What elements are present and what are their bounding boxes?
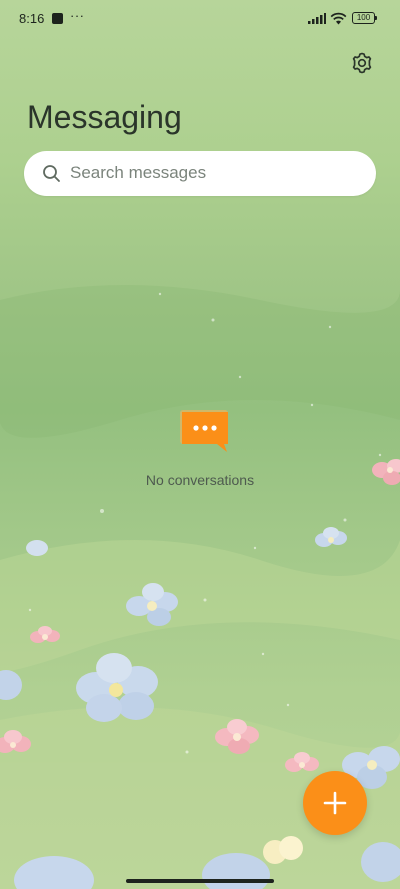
notification-icon (52, 13, 63, 24)
search-input[interactable]: Search messages (24, 151, 376, 196)
search-placeholder: Search messages (70, 163, 207, 182)
page-title: Messaging (27, 99, 182, 135)
search-icon (43, 165, 60, 182)
signal-icon (308, 13, 326, 24)
plus-icon (323, 791, 347, 815)
gear-icon[interactable] (350, 51, 374, 75)
empty-state-text: No conversations (145, 472, 255, 488)
home-indicator[interactable] (126, 879, 274, 883)
status-time: 8:16 (19, 11, 45, 26)
status-bar: 8:16 ··· 100 (0, 0, 400, 38)
chat-bubble-icon (180, 410, 228, 452)
battery-icon: 100 (352, 12, 377, 24)
more-notifications-icon: ··· (70, 8, 85, 23)
new-message-button[interactable] (303, 771, 367, 835)
wifi-icon (330, 12, 347, 25)
